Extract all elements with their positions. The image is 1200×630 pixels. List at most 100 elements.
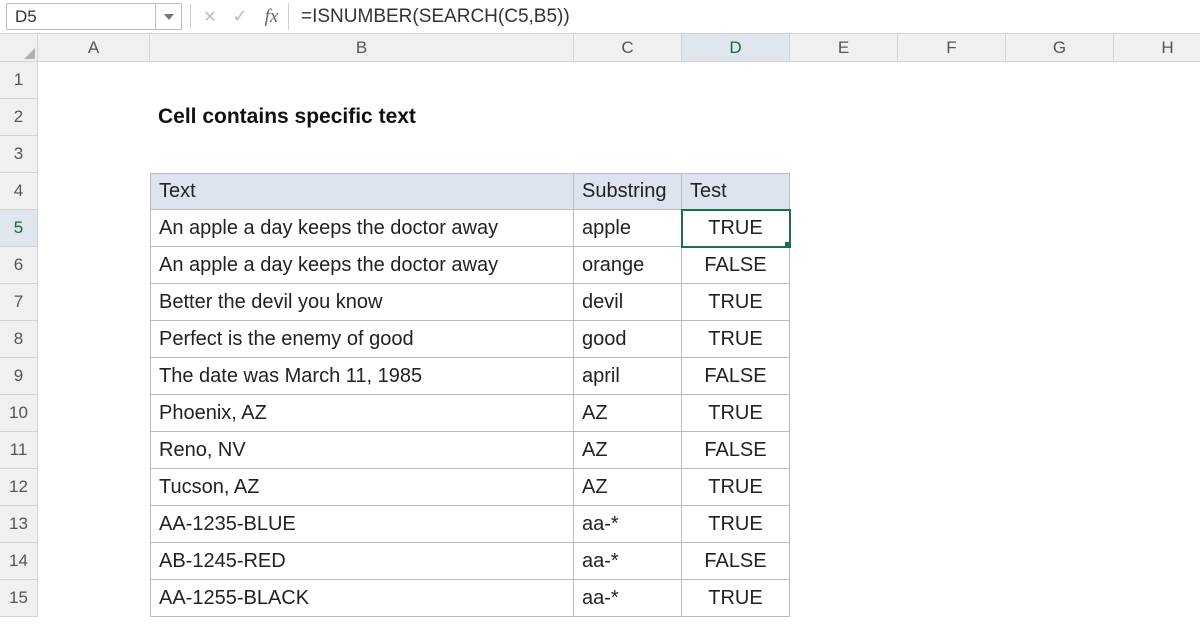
cell-E4[interactable]: [790, 173, 898, 210]
cell-G1[interactable]: [1006, 62, 1114, 99]
cell-H13[interactable]: [1114, 506, 1200, 543]
col-head-H[interactable]: H: [1114, 34, 1200, 62]
cell-A10[interactable]: [38, 395, 150, 432]
cell-G11[interactable]: [1006, 432, 1114, 469]
cell-G7[interactable]: [1006, 284, 1114, 321]
cell-C5[interactable]: apple: [574, 210, 682, 247]
row-head-2[interactable]: 2: [0, 99, 38, 136]
cell-A15[interactable]: [38, 580, 150, 617]
cell-C3[interactable]: [574, 136, 682, 173]
cell-A8[interactable]: [38, 321, 150, 358]
cell-E12[interactable]: [790, 469, 898, 506]
cell-F6[interactable]: [898, 247, 1006, 284]
cell-H1[interactable]: [1114, 62, 1200, 99]
cell-D12[interactable]: TRUE: [682, 469, 790, 506]
cell-C6[interactable]: orange: [574, 247, 682, 284]
cell-F14[interactable]: [898, 543, 1006, 580]
cell-B15[interactable]: AA-1255-BLACK: [150, 580, 574, 617]
row-head-4[interactable]: 4: [0, 173, 38, 210]
cell-A1[interactable]: [38, 62, 150, 99]
cell-A13[interactable]: [38, 506, 150, 543]
cell-B5[interactable]: An apple a day keeps the doctor away: [150, 210, 574, 247]
cell-E2[interactable]: [790, 99, 898, 136]
fx-icon[interactable]: fx: [255, 3, 289, 30]
cell-G14[interactable]: [1006, 543, 1114, 580]
cell-C11[interactable]: AZ: [574, 432, 682, 469]
cell-A5[interactable]: [38, 210, 150, 247]
cell-G4[interactable]: [1006, 173, 1114, 210]
cell-H15[interactable]: [1114, 580, 1200, 617]
cell-H5[interactable]: [1114, 210, 1200, 247]
cell-F4[interactable]: [898, 173, 1006, 210]
row-head-5[interactable]: 5: [0, 210, 38, 247]
cell-D3[interactable]: [682, 136, 790, 173]
row-head-12[interactable]: 12: [0, 469, 38, 506]
cell-C15[interactable]: aa-*: [574, 580, 682, 617]
cell-H12[interactable]: [1114, 469, 1200, 506]
cell-D10[interactable]: TRUE: [682, 395, 790, 432]
cell-F9[interactable]: [898, 358, 1006, 395]
cell-F15[interactable]: [898, 580, 1006, 617]
cell-H2[interactable]: [1114, 99, 1200, 136]
cell-B13[interactable]: AA-1235-BLUE: [150, 506, 574, 543]
col-head-C[interactable]: C: [574, 34, 682, 62]
cell-A14[interactable]: [38, 543, 150, 580]
cell-G5[interactable]: [1006, 210, 1114, 247]
cell-D8[interactable]: TRUE: [682, 321, 790, 358]
name-box[interactable]: D5: [6, 3, 156, 30]
name-box-dropdown[interactable]: [156, 3, 182, 30]
cell-C14[interactable]: aa-*: [574, 543, 682, 580]
enter-icon[interactable]: ✓: [225, 0, 255, 33]
cell-F5[interactable]: [898, 210, 1006, 247]
cell-F11[interactable]: [898, 432, 1006, 469]
cell-E3[interactable]: [790, 136, 898, 173]
cell-B8[interactable]: Perfect is the enemy of good: [150, 321, 574, 358]
row-head-14[interactable]: 14: [0, 543, 38, 580]
row-head-10[interactable]: 10: [0, 395, 38, 432]
cell-H6[interactable]: [1114, 247, 1200, 284]
col-head-D[interactable]: D: [682, 34, 790, 62]
row-head-1[interactable]: 1: [0, 62, 38, 99]
cell-E11[interactable]: [790, 432, 898, 469]
col-head-F[interactable]: F: [898, 34, 1006, 62]
cell-C9[interactable]: april: [574, 358, 682, 395]
cell-E15[interactable]: [790, 580, 898, 617]
cell-C1[interactable]: [574, 62, 682, 99]
cell-G15[interactable]: [1006, 580, 1114, 617]
cell-A2[interactable]: [38, 99, 150, 136]
cell-A9[interactable]: [38, 358, 150, 395]
cell-G10[interactable]: [1006, 395, 1114, 432]
cell-F2[interactable]: [898, 99, 1006, 136]
cell-D15[interactable]: TRUE: [682, 580, 790, 617]
row-head-15[interactable]: 15: [0, 580, 38, 617]
cell-D11[interactable]: FALSE: [682, 432, 790, 469]
select-all-corner[interactable]: [0, 34, 38, 62]
row-head-6[interactable]: 6: [0, 247, 38, 284]
cell-H8[interactable]: [1114, 321, 1200, 358]
page-title[interactable]: Cell contains specific text: [150, 99, 574, 136]
cell-G3[interactable]: [1006, 136, 1114, 173]
formula-input[interactable]: =ISNUMBER(SEARCH(C5,B5)): [289, 0, 1200, 33]
cell-B1[interactable]: [150, 62, 574, 99]
row-head-7[interactable]: 7: [0, 284, 38, 321]
cell-C7[interactable]: devil: [574, 284, 682, 321]
cell-G6[interactable]: [1006, 247, 1114, 284]
cell-A7[interactable]: [38, 284, 150, 321]
row-head-3[interactable]: 3: [0, 136, 38, 173]
cell-D13[interactable]: TRUE: [682, 506, 790, 543]
cell-F13[interactable]: [898, 506, 1006, 543]
col-head-G[interactable]: G: [1006, 34, 1114, 62]
cell-D9[interactable]: FALSE: [682, 358, 790, 395]
row-head-8[interactable]: 8: [0, 321, 38, 358]
cell-B3[interactable]: [150, 136, 574, 173]
cell-B10[interactable]: Phoenix, AZ: [150, 395, 574, 432]
cell-A3[interactable]: [38, 136, 150, 173]
table-header-text[interactable]: Text: [150, 173, 574, 210]
cell-D5[interactable]: TRUE: [682, 210, 790, 247]
cell-H14[interactable]: [1114, 543, 1200, 580]
cell-F3[interactable]: [898, 136, 1006, 173]
table-header-substring[interactable]: Substring: [574, 173, 682, 210]
cell-F8[interactable]: [898, 321, 1006, 358]
cell-D1[interactable]: [682, 62, 790, 99]
table-header-test[interactable]: Test: [682, 173, 790, 210]
